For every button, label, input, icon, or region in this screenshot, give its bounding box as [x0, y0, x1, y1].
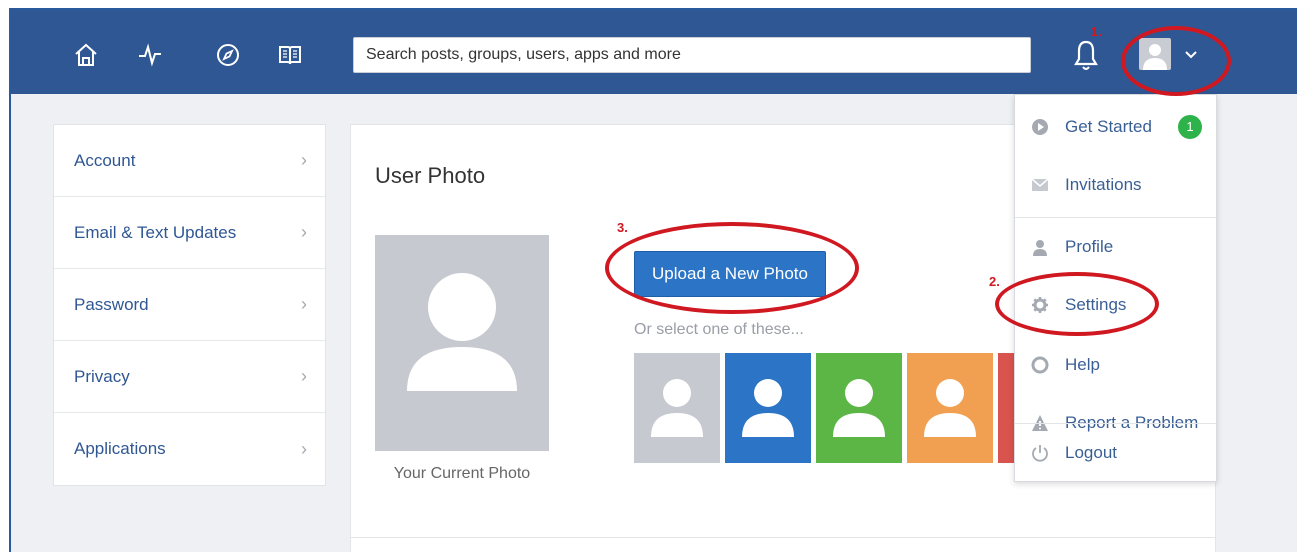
app-window: Search posts, groups, users, apps and mo… — [9, 8, 1297, 552]
chevron-right-icon: › — [301, 294, 307, 314]
sidebar-item-privacy[interactable]: Privacy › — [54, 341, 325, 413]
menu-divider — [1015, 217, 1216, 218]
current-photo-caption: Your Current Photo — [393, 465, 531, 482]
user-avatar-button[interactable] — [1139, 38, 1171, 70]
user-icon — [1029, 236, 1051, 258]
menu-item-profile[interactable]: Profile — [1015, 219, 1216, 275]
chevron-down-icon[interactable] — [1183, 46, 1199, 62]
menu-item-invitations[interactable]: Invitations — [1015, 157, 1216, 213]
menu-item-label: Profile — [1065, 237, 1114, 256]
sidebar-item-email-text-updates[interactable]: Email & Text Updates › — [54, 197, 325, 269]
sidebar-item-label: Account — [74, 150, 136, 170]
book-icon[interactable] — [275, 40, 305, 70]
sidebar-item-password[interactable]: Password › — [54, 269, 325, 341]
search-input[interactable]: Search posts, groups, users, apps and mo… — [353, 37, 1031, 73]
menu-item-label: Help — [1065, 355, 1100, 374]
chevron-right-icon: › — [301, 438, 307, 459]
lifebuoy-icon — [1029, 354, 1051, 376]
notification-badge: 1 — [1178, 115, 1202, 139]
panel-divider — [351, 537, 1215, 538]
menu-item-label: Logout — [1065, 443, 1117, 462]
sidebar-item-label: Email & Text Updates — [74, 222, 237, 242]
settings-sidebar: Account › Email & Text Updates › Passwor… — [53, 124, 326, 486]
current-photo — [375, 235, 549, 451]
sidebar-item-label: Password — [74, 294, 149, 314]
activity-icon[interactable] — [135, 40, 165, 70]
gear-icon — [1029, 294, 1051, 316]
menu-divider — [1015, 423, 1216, 424]
annotation-step-3: 3. — [617, 220, 628, 235]
home-icon[interactable] — [71, 40, 101, 70]
sidebar-item-label: Applications — [74, 439, 166, 458]
sidebar-item-label: Privacy — [74, 366, 130, 386]
avatar-option-blue[interactable] — [725, 353, 811, 463]
select-avatar-hint: Or select one of these... — [634, 321, 804, 338]
user-icon — [407, 273, 517, 391]
menu-item-label: Invitations — [1065, 175, 1142, 194]
avatar-option-green[interactable] — [816, 353, 902, 463]
play-circle-icon — [1029, 116, 1051, 138]
menu-item-help[interactable]: Help — [1015, 337, 1216, 393]
menu-item-label: Settings — [1065, 295, 1127, 314]
page-title: User Photo — [375, 163, 486, 188]
power-icon — [1029, 442, 1051, 464]
annotation-step-2: 2. — [989, 274, 1000, 289]
user-dropdown-menu: Get Started 1 Invitations Profile Settin… — [1014, 94, 1217, 482]
compass-icon[interactable] — [213, 40, 243, 70]
envelope-icon — [1029, 174, 1051, 196]
sidebar-item-applications[interactable]: Applications › — [54, 413, 325, 485]
menu-item-label: Get Started — [1065, 117, 1152, 136]
top-nav-bar: Search posts, groups, users, apps and mo… — [11, 10, 1297, 94]
avatar-option-orange[interactable] — [907, 353, 993, 463]
annotation-step-1: 1. — [1091, 24, 1102, 39]
menu-item-get-started[interactable]: Get Started 1 — [1015, 99, 1216, 155]
chevron-right-icon: › — [301, 150, 307, 170]
sidebar-item-account[interactable]: Account › — [54, 125, 325, 197]
chevron-right-icon: › — [301, 366, 307, 386]
menu-item-settings[interactable]: Settings — [1015, 277, 1216, 333]
bell-icon[interactable] — [1071, 38, 1101, 74]
upload-photo-button[interactable]: Upload a New Photo — [634, 251, 826, 297]
chevron-right-icon: › — [301, 222, 307, 242]
menu-item-logout[interactable]: Logout — [1015, 425, 1216, 481]
user-icon — [1143, 44, 1167, 70]
avatar-option-gray[interactable] — [634, 353, 720, 463]
